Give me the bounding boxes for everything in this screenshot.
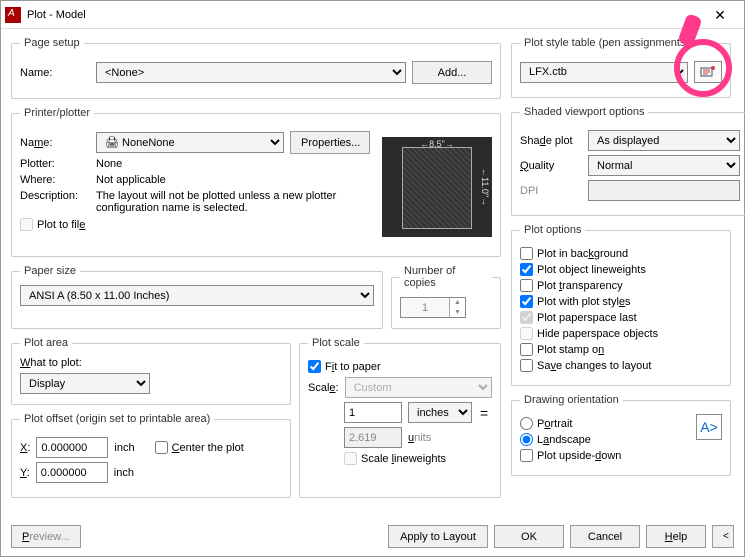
window-title: Plot - Model — [27, 9, 700, 21]
preview-button: Preview... — [11, 525, 81, 548]
plot-scale-group: Plot scale Fit to paper Scale: Custom inc… — [299, 337, 501, 498]
app-icon — [5, 7, 21, 23]
plot-to-file-check: Plot to file — [20, 218, 370, 231]
orientation-legend: Drawing orientation — [520, 394, 623, 406]
preview-width: ←8.5"→ — [382, 139, 492, 149]
fit-to-paper-check[interactable]: Fit to paper — [308, 360, 492, 373]
plot-offset-legend: Plot offset (origin set to printable are… — [20, 413, 214, 425]
what-to-plot-label: What to plot: — [20, 357, 282, 369]
y-input[interactable] — [36, 462, 108, 483]
edit-style-button[interactable] — [694, 61, 722, 83]
orientation-group: Drawing orientation Portrait Landscape P… — [511, 394, 731, 476]
paper-size-select[interactable]: ANSI A (8.50 x 11.00 Inches) — [20, 285, 374, 306]
what-to-plot-select[interactable]: Display — [20, 373, 150, 394]
expand-button[interactable]: < — [712, 525, 734, 548]
plotter-value: None — [96, 158, 122, 170]
printer-name-label: Name: — [20, 137, 90, 149]
x-label: X: — [20, 442, 30, 454]
dpi-input — [588, 180, 740, 201]
plot-offset-group: Plot offset (origin set to printable are… — [11, 413, 291, 498]
landscape-radio[interactable]: Landscape — [520, 433, 696, 446]
plotter-label: Plotter: — [20, 158, 90, 170]
paper-preview: ←8.5"→ ←11.0"→ — [382, 137, 492, 237]
scale-lineweights-check: Scale lineweights — [344, 452, 492, 465]
plot-background-check[interactable]: Plot in background — [520, 247, 722, 260]
plot-options-legend: Plot options — [520, 224, 585, 236]
x-input[interactable] — [36, 437, 108, 458]
where-label: Where: — [20, 174, 90, 186]
quality-label: Quality — [520, 160, 582, 172]
page-setup-legend: Page setup — [20, 37, 84, 49]
scale-num-input[interactable] — [344, 402, 402, 423]
orientation-icon: A> — [696, 414, 722, 440]
close-icon[interactable]: ✕ — [700, 2, 740, 28]
paper-size-group: Paper size ANSI A (8.50 x 11.00 Inches) — [11, 265, 383, 329]
center-plot-check[interactable]: Center the plot — [155, 441, 244, 454]
shaded-legend: Shaded viewport options — [520, 106, 648, 118]
preview-height: ←11.0"→ — [480, 137, 490, 237]
copies-down: ▼ — [449, 308, 465, 318]
desc-value: The layout will not be plotted unless a … — [96, 190, 370, 214]
printer-legend: Printer/plotter — [20, 107, 94, 119]
add-button[interactable]: Add... — [412, 61, 492, 84]
plot-scale-legend: Plot scale — [308, 337, 364, 349]
plot-styles-check[interactable]: Plot with plot styles — [520, 295, 722, 308]
y-unit: inch — [114, 467, 134, 479]
scale-den-input — [344, 427, 402, 448]
printer-name-select[interactable]: 🖨 NoneNone — [96, 132, 284, 153]
page-name-label: Name: — [20, 67, 90, 79]
titlebar: Plot - Model ✕ — [1, 1, 744, 29]
copies-group: Number of copies ▲▼ — [391, 265, 501, 329]
copies-input — [401, 298, 449, 317]
equals-icon: = — [480, 405, 488, 421]
save-changes-check[interactable]: Save changes to layout — [520, 359, 722, 372]
where-value: Not applicable — [96, 174, 166, 186]
shade-plot-select[interactable]: As displayed — [588, 130, 740, 151]
paper-size-legend: Paper size — [20, 265, 80, 277]
ok-button[interactable]: OK — [494, 525, 564, 548]
plot-stamp-check[interactable]: Plot stamp on — [520, 343, 722, 356]
portrait-radio[interactable]: Portrait — [520, 417, 696, 430]
page-name-select[interactable]: <None> — [96, 62, 406, 83]
copies-legend: Number of copies — [400, 265, 492, 289]
y-label: Y: — [20, 467, 30, 479]
properties-button: Properties... — [290, 131, 370, 154]
dpi-label: DPI — [520, 185, 582, 197]
apply-button: Apply to Layout — [388, 525, 488, 548]
page-setup-group: Page setup Name: <None> Add... — [11, 37, 501, 99]
plot-transparency-check[interactable]: Plot transparency — [520, 279, 722, 292]
copies-up: ▲ — [449, 298, 465, 308]
edit-style-icon — [700, 65, 716, 79]
upside-down-check[interactable]: Plot upside-down — [520, 449, 696, 462]
scale-unit-select[interactable]: inches — [408, 402, 472, 423]
cancel-button[interactable]: Cancel — [570, 525, 640, 548]
scale-label: Scale: — [308, 382, 339, 394]
plot-options-group: Plot options Plot in background Plot obj… — [511, 224, 731, 386]
scale-select: Custom — [345, 377, 492, 398]
shaded-viewport-group: Shaded viewport options Shade plot As dis… — [511, 106, 745, 216]
plot-paperspace-check: Plot paperspace last — [520, 311, 722, 324]
copies-spinner: ▲▼ — [400, 297, 466, 318]
plot-area-legend: Plot area — [20, 337, 72, 349]
quality-select[interactable]: Normal — [588, 155, 740, 176]
shade-plot-label: Shade plot — [520, 135, 582, 147]
style-table-select[interactable]: LFX.ctb — [520, 62, 688, 83]
style-table-legend: Plot style table (pen assignments) — [520, 37, 693, 49]
printer-group: Printer/plotter Name: 🖨 NoneNone Propert… — [11, 107, 501, 257]
plot-area-group: Plot area What to plot: Display — [11, 337, 291, 405]
desc-label: Description: — [20, 190, 90, 202]
help-button[interactable]: Help — [646, 525, 706, 548]
plot-lineweights-check[interactable]: Plot object lineweights — [520, 263, 722, 276]
style-table-group: Plot style table (pen assignments) LFX.c… — [511, 37, 731, 98]
hide-paperspace-check: Hide paperspace objects — [520, 327, 722, 340]
x-unit: inch — [114, 442, 134, 454]
units-label: units — [408, 432, 431, 444]
